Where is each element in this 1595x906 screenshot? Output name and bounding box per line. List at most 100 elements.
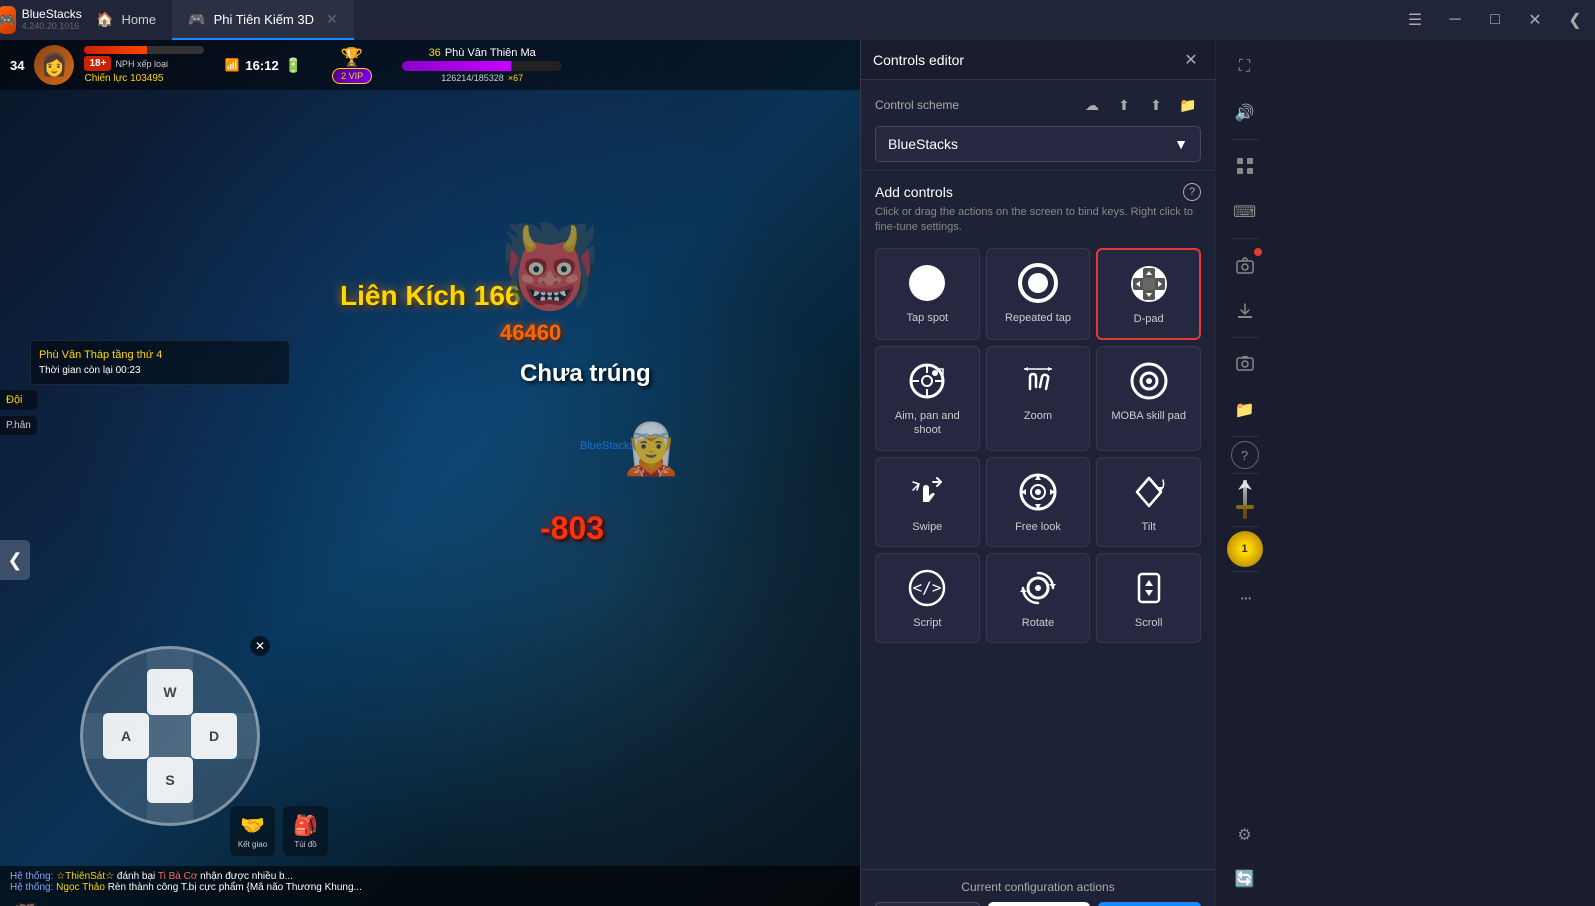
control-moba[interactable]: MOBA skill pad [1096, 346, 1201, 451]
left-nav: Đội P.hân [0, 390, 37, 435]
swipe-label: Swipe [912, 520, 942, 534]
dpad-label: D-pad [1134, 312, 1164, 326]
gold-number: 1 [1241, 543, 1247, 555]
menu-button[interactable]: ☰ [1395, 0, 1435, 40]
scheme-export-btn[interactable]: ⬆ [1111, 92, 1137, 118]
app-wrapper: 🎮 BlueStacks 4.240.20.1016 🏠 Home 🎮 Phi … [0, 0, 1595, 906]
back-button[interactable]: ❮ [1555, 0, 1595, 40]
rail-screenshot-icon[interactable] [1223, 342, 1267, 386]
control-repeated-tap[interactable]: Repeated tap [986, 248, 1091, 340]
rail-keyboard-icon[interactable]: ⌨ [1223, 190, 1267, 234]
tab-home[interactable]: 🏠 Home [80, 0, 172, 40]
rail-camera-icon[interactable] [1223, 243, 1267, 287]
aim-svg [905, 359, 949, 403]
scheme-label: Control scheme [875, 98, 959, 112]
bs-logo-icon: 🎮 [0, 6, 16, 34]
damage2: -803 [540, 510, 604, 547]
control-dpad[interactable]: D-pad [1096, 248, 1201, 340]
coins: ×67 [508, 73, 523, 83]
maximize-button[interactable]: □ [1475, 0, 1515, 40]
save-button[interactable]: Save [1098, 902, 1201, 906]
control-scheme-section: Control scheme ☁ ⬆ ⬆ 📁 BlueStacks ▼ [861, 80, 1215, 171]
sword-icon-wrapper[interactable] [1223, 478, 1267, 522]
scheme-action-buttons: ☁ ⬆ ⬆ 📁 [1079, 92, 1201, 118]
rail-grid-icon[interactable] [1223, 144, 1267, 188]
age-badge: 18+ [84, 56, 111, 71]
config-title: Current configuration actions [875, 880, 1201, 894]
control-aim[interactable]: Aim, pan and shoot [875, 346, 980, 451]
boss-character: 👹 [500, 220, 600, 314]
rotate-svg [1016, 566, 1060, 610]
rail-bottom-icons: ⚙ 🔄 [1223, 813, 1267, 901]
rail-more-icon[interactable]: ··· [1223, 576, 1267, 620]
left-arrow-nav[interactable]: ❮ [0, 540, 30, 580]
action-buttons-row: Reset Cancel Save [875, 902, 1201, 906]
dpad-overlay: ✕ W S A D [80, 646, 260, 826]
app-title-bar: 🎮 BlueStacks 4.240.20.1016 🏠 Home 🎮 Phi … [0, 0, 1595, 40]
hp-fill-top [402, 61, 511, 71]
dropdown-arrow: ▼ [1174, 136, 1188, 152]
scheme-dropdown[interactable]: BlueStacks ▼ [875, 126, 1201, 162]
control-swipe[interactable]: Swipe [875, 457, 980, 547]
gold-badge-circle[interactable]: 1 [1227, 531, 1263, 567]
status-bar: 📶 16:12 🔋 [224, 57, 302, 74]
rail-volume-icon[interactable]: 🔊 [1223, 91, 1267, 135]
close-button[interactable]: ✕ [1515, 0, 1555, 40]
rail-refresh-icon[interactable]: 🔄 [1223, 857, 1267, 901]
control-zoom[interactable]: Zoom [986, 346, 1091, 451]
ket-giao-icon[interactable]: 🤝 Kết giao [230, 806, 275, 856]
bluestacks-logo[interactable]: 🎮 BlueStacks 4.240.20.1016 [0, 0, 80, 40]
add-controls-desc: Click or drag the actions on the screen … [875, 205, 1201, 236]
control-rotate[interactable]: Rotate [986, 553, 1091, 643]
control-script[interactable]: </> Script [875, 553, 980, 643]
camera-svg [1235, 255, 1255, 275]
tui-do-icon[interactable]: 🎒 Túi đồ [283, 806, 328, 856]
free-look-svg [1016, 470, 1060, 514]
rail-settings-icon[interactable]: ⚙ [1223, 813, 1267, 857]
tower-text: Phù Vân Tháp tầng thứ 4 [39, 349, 281, 361]
vip-badge: 2 VIP [332, 68, 372, 84]
nph-label: NPH xếp loại [115, 59, 168, 69]
scheme-upload-btn[interactable]: ☁ [1079, 92, 1105, 118]
rail-download-icon[interactable] [1223, 289, 1267, 333]
rail-expand-icon[interactable]: ⛶ [1223, 45, 1267, 89]
zoom-label: Zoom [1024, 409, 1052, 423]
cancel-button[interactable]: Cancel [988, 902, 1091, 906]
rail-help-icon[interactable]: ? [1231, 441, 1259, 469]
team-label: Đội [0, 390, 37, 410]
player-stats: 18+ NPH xếp loại Chiến lực 103495 [84, 46, 204, 84]
dpad-close-button[interactable]: ✕ [250, 636, 270, 656]
combat-power: Chiến lực 103495 [84, 73, 204, 84]
repeated-tap-label: Repeated tap [1005, 311, 1071, 325]
editor-close-button[interactable]: ✕ [1179, 48, 1203, 72]
bs-version: 4.240.20.1016 [22, 22, 82, 32]
minimize-button[interactable]: ─ [1435, 0, 1475, 40]
miss-text: Chưa trúng [520, 360, 651, 388]
bs-logo-name: BlueStacks [22, 8, 82, 21]
screenshot-svg [1235, 354, 1255, 374]
sword-decor [1223, 478, 1267, 522]
scroll-icon-wrapper [1127, 566, 1171, 610]
control-tilt[interactable]: Tilt [1096, 457, 1201, 547]
scheme-folder-btn[interactable]: 📁 [1175, 92, 1201, 118]
zoom-icon-wrapper [1016, 359, 1060, 403]
aim-label: Aim, pan and shoot [884, 409, 971, 438]
moba-label: MOBA skill pad [1111, 409, 1186, 423]
control-tap-spot[interactable]: Tap spot [875, 248, 980, 340]
chat-line-1: Hệ thống: ☆ThiênSát☆ đánh bại Ti Bà Cơ n… [10, 871, 850, 882]
tab-game[interactable]: 🎮 Phi Tiên Kiếm 3D ✕ [172, 0, 354, 40]
script-icon-wrapper: </> [905, 566, 949, 610]
help-button[interactable]: ? [1183, 183, 1201, 201]
scheme-share-btn[interactable]: ⬆ [1143, 92, 1169, 118]
script-svg: </> [905, 566, 949, 610]
control-scroll[interactable]: Scroll [1096, 553, 1201, 643]
content-row: 34 👩 18+ NPH xếp loại Chiến lực 103495 [0, 40, 1595, 906]
rail-folder-icon[interactable]: 📁 [1223, 388, 1267, 432]
scroll-svg [1127, 566, 1171, 610]
control-free-look[interactable]: Free look [986, 457, 1091, 547]
hp-bar [84, 46, 204, 54]
right-rail: ⛶ 🔊 ⌨ [1215, 40, 1273, 906]
reset-button[interactable]: Reset [875, 902, 980, 906]
window-controls: ☰ ─ □ ✕ ❮ [1395, 0, 1595, 40]
tab-game-label: Phi Tiên Kiếm 3D [214, 12, 314, 27]
